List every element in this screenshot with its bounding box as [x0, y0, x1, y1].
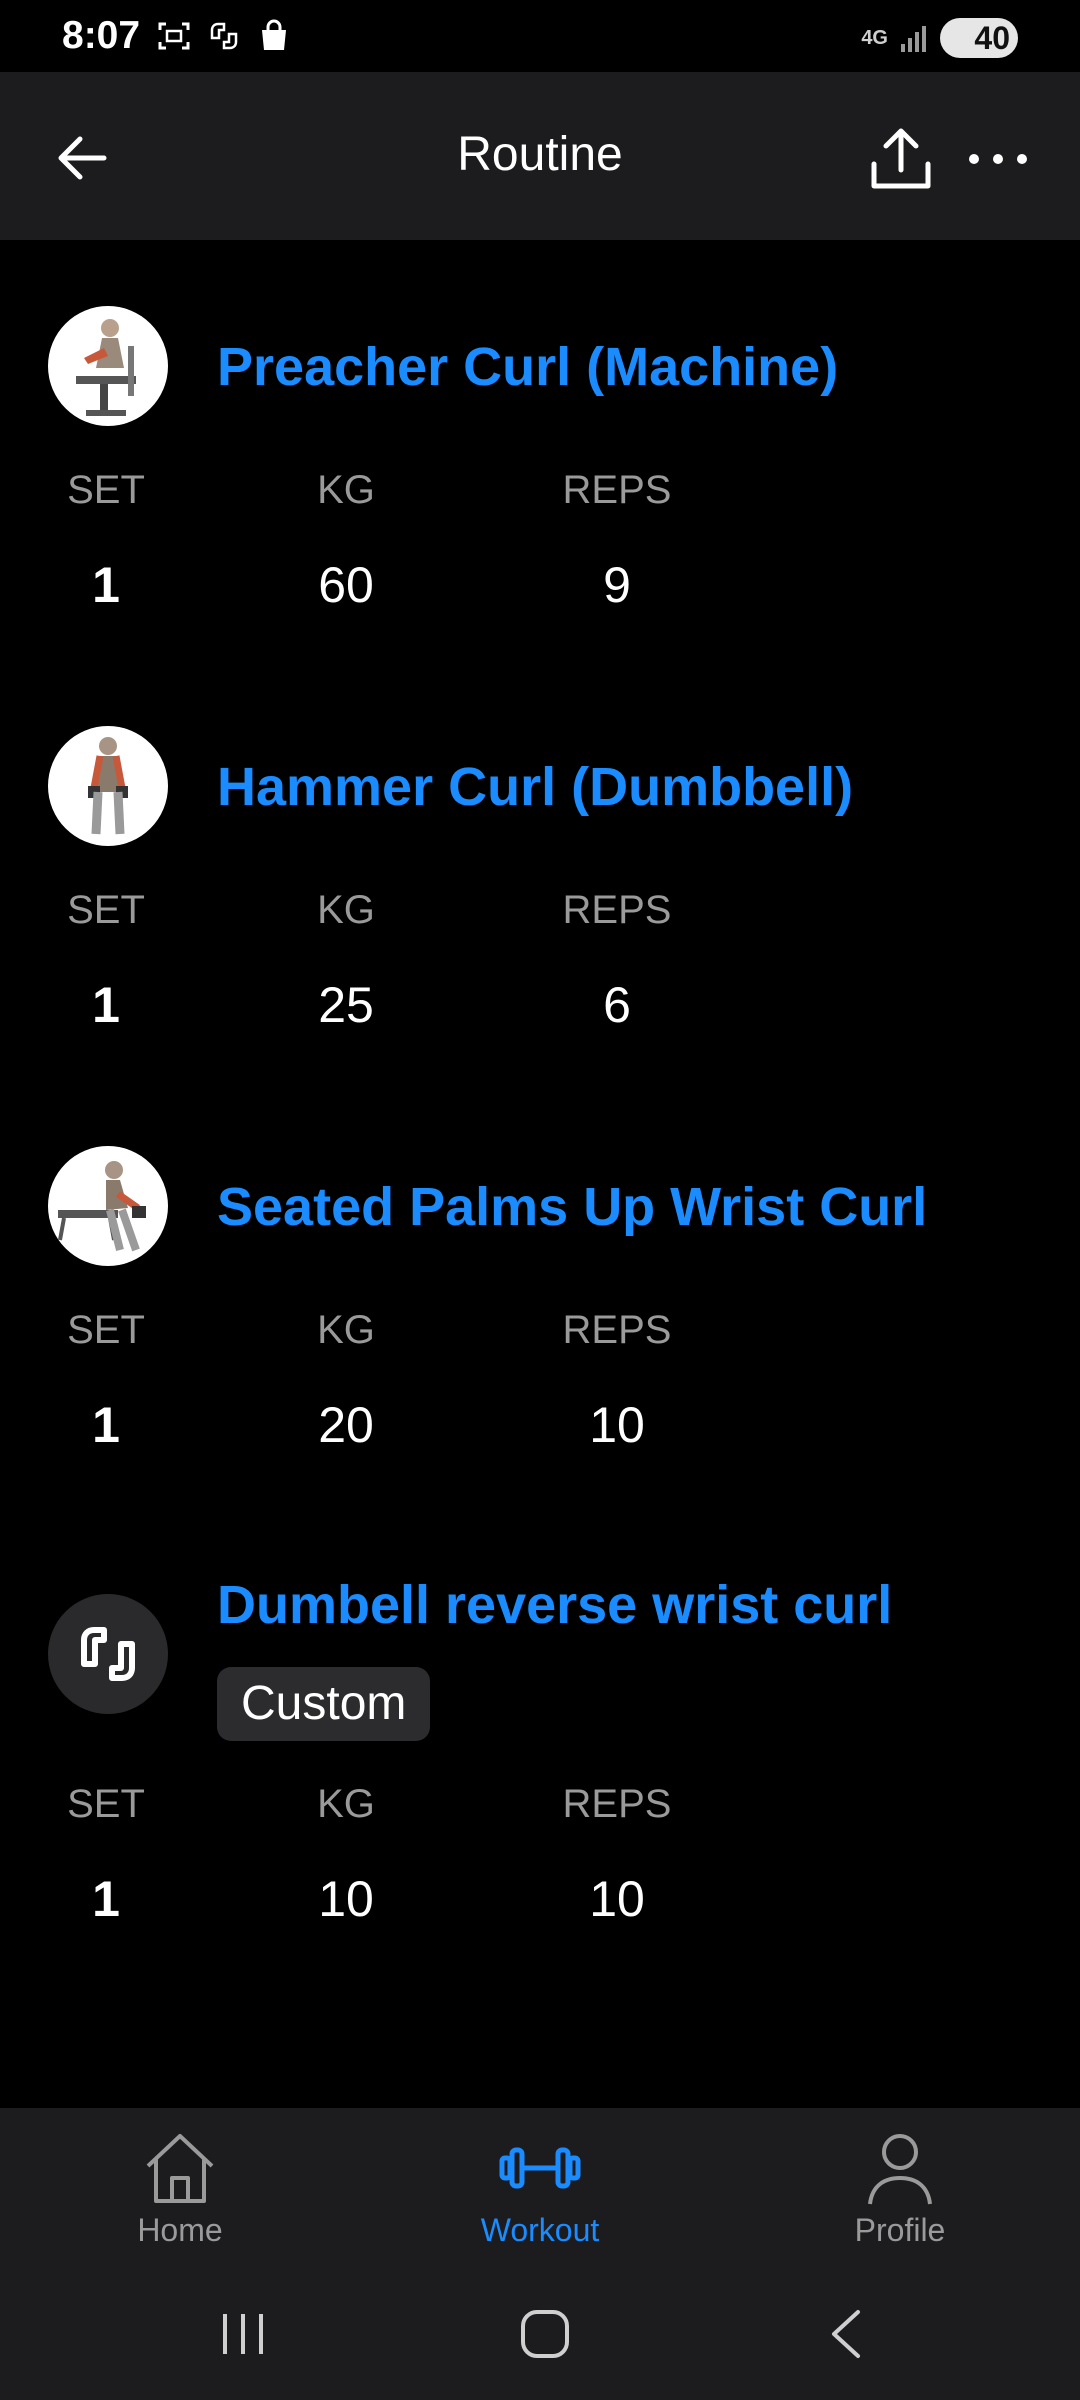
set-value: 1	[92, 557, 120, 613]
reps-column-header: REPS	[562, 888, 672, 932]
set-column-header: SET	[67, 1308, 145, 1352]
reps-value: 10	[589, 1871, 645, 1927]
share-icon[interactable]	[866, 124, 936, 194]
preacher-curl-illustration	[48, 306, 168, 426]
kg-value: 25	[318, 977, 374, 1033]
reps-value: 10	[589, 1397, 645, 1453]
link-app-icon	[210, 22, 238, 50]
bottom-tab-bar: Home Workout Profile	[0, 2108, 1080, 2268]
screenshot-icon	[158, 22, 190, 50]
kg-column-header: KG	[317, 1782, 375, 1826]
set-value: 1	[92, 1397, 120, 1453]
battery-level: 40	[974, 19, 1010, 56]
exercise-name[interactable]: Hammer Curl (Dumbbell)	[217, 756, 853, 818]
wrist-curl-illustration	[48, 1146, 168, 1266]
set-value: 1	[92, 1871, 120, 1927]
dumbbell-icon	[499, 2147, 581, 2189]
reps-column-header: REPS	[562, 1782, 672, 1826]
signal-icon	[901, 26, 926, 52]
kg-value: 10	[318, 1871, 374, 1927]
kg-column-header: KG	[317, 1308, 375, 1352]
tab-profile-label: Profile	[854, 2212, 946, 2248]
status-bar: 8:07 4G 40	[0, 0, 1080, 72]
shopping-bag-icon	[262, 19, 286, 50]
kg-column-header: KG	[317, 888, 375, 932]
status-time: 8:07	[62, 14, 141, 57]
tab-home[interactable]: Home	[60, 2126, 300, 2249]
network-type-label: 4G	[861, 27, 888, 49]
app-bar: Routine	[0, 72, 1080, 240]
battery-indicator: 40	[940, 18, 1018, 58]
custom-badge: Custom	[217, 1667, 431, 1741]
kg-column-header: KG	[317, 468, 375, 512]
exercise-name[interactable]: Preacher Curl (Machine)	[217, 336, 838, 398]
status-notification-icons	[156, 18, 292, 54]
set-value: 1	[92, 977, 120, 1033]
tab-profile[interactable]: Profile	[780, 2126, 1020, 2249]
kg-value: 60	[318, 557, 374, 613]
reps-column-header: REPS	[562, 468, 672, 512]
more-options-icon[interactable]	[966, 144, 1030, 174]
system-nav-bar	[0, 2268, 1080, 2400]
reps-value: 6	[603, 977, 631, 1033]
person-icon	[868, 2134, 932, 2205]
tab-workout[interactable]: Workout	[420, 2126, 660, 2249]
exercise-name[interactable]: Dumbell reverse wrist curl	[217, 1574, 892, 1636]
home-nav-icon[interactable]	[515, 2304, 575, 2364]
back-nav-icon[interactable]	[818, 2304, 878, 2364]
set-column-header: SET	[67, 468, 145, 512]
home-icon	[146, 2134, 214, 2203]
custom-exercise-icon	[48, 1594, 168, 1714]
set-column-header: SET	[67, 1782, 145, 1826]
set-column-header: SET	[67, 888, 145, 932]
recent-apps-icon[interactable]	[213, 2304, 273, 2364]
status-system-icons: 4G 40	[861, 18, 1018, 58]
reps-value: 9	[603, 557, 631, 613]
hammer-curl-illustration	[48, 726, 168, 846]
exercise-name[interactable]: Seated Palms Up Wrist Curl	[217, 1176, 927, 1238]
tab-home-label: Home	[137, 2212, 223, 2248]
kg-value: 20	[318, 1397, 374, 1453]
tab-workout-label: Workout	[480, 2212, 600, 2248]
reps-column-header: REPS	[562, 1308, 672, 1352]
